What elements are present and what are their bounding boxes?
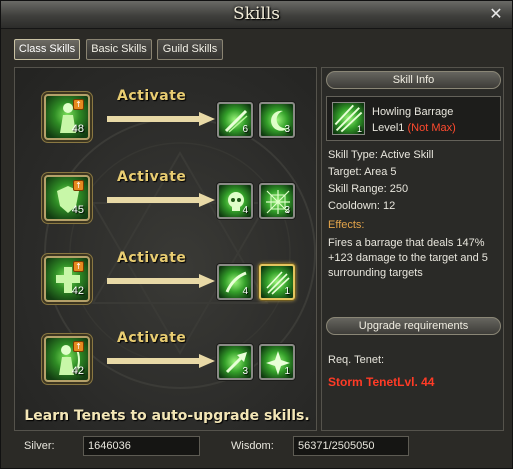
- skill-level: 1: [284, 366, 290, 377]
- skill-level: 6: [242, 124, 248, 135]
- skill-level: 4: [242, 286, 248, 297]
- upgrade-arrow-icon: ↑: [73, 180, 84, 191]
- tab-guild-skills[interactable]: Guild Skills: [157, 39, 223, 60]
- skill-type: Skill Type: Active Skill: [328, 149, 434, 161]
- window-title: Skills: [233, 4, 280, 24]
- green-skull-icon[interactable]: 4: [217, 183, 253, 219]
- effects-heading: Effects:: [328, 219, 365, 231]
- tenet-icon[interactable]: ↑ 48: [44, 94, 90, 140]
- upgrade-requirements-header: Upgrade requirements: [326, 317, 501, 335]
- title-bar[interactable]: Skills ✕: [1, 1, 512, 29]
- skill-target: Target: Area 5: [328, 166, 397, 178]
- upgrade-arrow-icon: ↑: [73, 99, 84, 110]
- not-max-label: (Not Max): [407, 122, 456, 134]
- skill-level: 3: [242, 366, 248, 377]
- arrow-right-icon: [107, 193, 215, 207]
- tenet-icon[interactable]: ↑ 42: [44, 256, 90, 302]
- skill-name: Howling Barrage: [372, 106, 454, 118]
- green-arrow-icon[interactable]: 3: [217, 344, 253, 380]
- skill-level: 1: [356, 124, 362, 134]
- silver-value: 1646036: [83, 436, 200, 456]
- tenet-row: Activate ↑ 45 4 3: [15, 169, 316, 245]
- tenet-icon[interactable]: ↑ 42: [44, 336, 90, 382]
- green-burst-icon[interactable]: 1: [259, 344, 295, 380]
- activate-label: Activate: [117, 169, 187, 185]
- skill-level: 1: [284, 286, 290, 297]
- wisdom-value: 56371/2505050: [293, 436, 409, 456]
- tenet-level: 42: [71, 285, 84, 297]
- arrow-right-icon: [107, 274, 215, 288]
- upgrade-arrow-icon: ↑: [73, 341, 84, 352]
- arrow-right-icon: [107, 112, 215, 126]
- green-slash-icon[interactable]: 4: [217, 264, 253, 300]
- tenet-tip-text: Learn Tenets to auto-upgrade skills.: [24, 408, 310, 424]
- silver-label: Silver:: [24, 440, 55, 452]
- tenet-row: Activate ↑ 42 4 1: [15, 250, 316, 326]
- activate-label: Activate: [117, 330, 187, 346]
- arrow-right-icon: [107, 354, 215, 368]
- tenet-row: Activate ↑ 48 6 3: [15, 88, 316, 164]
- tenet-icon[interactable]: ↑ 45: [44, 175, 90, 221]
- howling-barrage-icon[interactable]: 1: [259, 264, 295, 300]
- skill-level-text: Level1: [372, 122, 405, 134]
- skill-range: Skill Range: 250: [328, 183, 409, 195]
- tenet-row: Activate ↑ 42 3 1: [15, 330, 316, 406]
- wisdom-label: Wisdom:: [231, 440, 274, 452]
- activate-label: Activate: [117, 250, 187, 266]
- skill-cooldown: Cooldown: 12: [328, 200, 396, 212]
- skill-tree-panel: Activate ↑ 48 6 3 Activate ↑ 45 4 3 Acti…: [14, 67, 317, 431]
- currency-bar: Silver: 1646036 Wisdom: 56371/2505050: [14, 436, 504, 458]
- green-web-icon[interactable]: 3: [259, 183, 295, 219]
- skill-info-panel: Skill Info 1 Howling Barrage Level1 (Not…: [321, 67, 504, 431]
- skill-info-header: Skill Info: [326, 71, 501, 89]
- tenet-level: 42: [71, 365, 84, 377]
- selected-skill-card: 1 Howling Barrage Level1 (Not Max): [326, 96, 501, 141]
- green-crescent-icon[interactable]: 3: [259, 102, 295, 138]
- tenet-level: 45: [71, 204, 84, 216]
- skills-window: Skills ✕ Class Skills Basic Skills Guild…: [0, 0, 513, 469]
- req-tenet-value: Storm TenetLvl. 44: [328, 375, 435, 389]
- green-streak-icon[interactable]: 6: [217, 102, 253, 138]
- skill-level: 3: [284, 124, 290, 135]
- activate-label: Activate: [117, 88, 187, 104]
- howling-barrage-icon: 1: [332, 102, 365, 135]
- close-icon[interactable]: ✕: [488, 6, 504, 22]
- req-tenet-label: Req. Tenet:: [328, 354, 385, 366]
- skill-level: 3: [284, 205, 290, 216]
- tenet-level: 48: [71, 123, 84, 135]
- upgrade-arrow-icon: ↑: [73, 261, 84, 272]
- tab-basic-skills[interactable]: Basic Skills: [86, 39, 152, 60]
- tab-class-skills[interactable]: Class Skills: [14, 39, 80, 60]
- skill-level: 4: [242, 205, 248, 216]
- effects-description: Fires a barrage that deals 147% +123 dam…: [328, 237, 488, 279]
- skill-level-line: Level1 (Not Max): [372, 122, 456, 134]
